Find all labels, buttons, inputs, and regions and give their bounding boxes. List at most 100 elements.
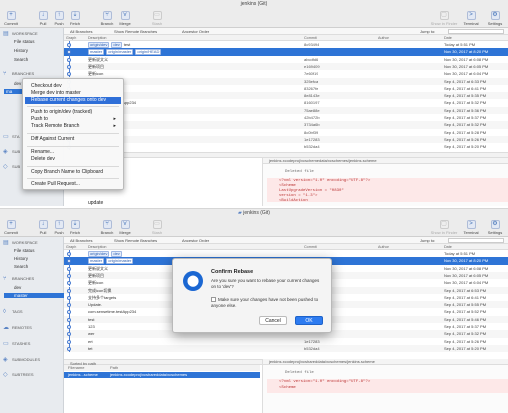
branch-tag[interactable]: origin/master: [106, 49, 134, 56]
menu-rebase-onto-dev[interactable]: Rebase current changes onto dev: [25, 97, 121, 104]
sidebar-item-dev[interactable]: dev: [14, 81, 21, 86]
col-author[interactable]: Author: [378, 245, 389, 249]
branches-header[interactable]: ⑂ BRANCHES: [3, 71, 34, 77]
file-row[interactable]: jenkins...scheme jenkins.xcodeproj/xcsha…: [64, 372, 260, 378]
sidebar-item-file-status[interactable]: File status: [14, 248, 35, 253]
sidebar-item-master-selected[interactable]: ma: [4, 89, 22, 94]
remote-branches-toggle[interactable]: Show Remote Branches: [114, 238, 157, 243]
fetch-button[interactable]: ⇣ Fetch: [66, 11, 84, 26]
branches-filter[interactable]: All Branches: [70, 29, 92, 34]
remotes-header[interactable]: ☁ REMOTES: [3, 325, 32, 331]
branch-tag[interactable]: master: [88, 258, 105, 265]
menu-checkout-dev[interactable]: Checkout dev: [31, 83, 119, 90]
commit-row[interactable]: 75ae88e Sep 4, 2017 at 5:36 PM: [64, 106, 508, 114]
cancel-button[interactable]: Cancel: [259, 316, 287, 325]
commit-button[interactable]: + Commit: [2, 220, 20, 235]
menu-rename[interactable]: Rename...: [31, 149, 119, 156]
ok-button[interactable]: OK: [295, 316, 323, 325]
commit-row[interactable]: 更新icon 7e60f19 Nov 30, 2017 at 6:04 PM: [64, 70, 508, 78]
commit-row[interactable]: 83267fe Sep 4, 2017 at 6:41 PM: [64, 84, 508, 93]
col-date[interactable]: Date: [444, 36, 452, 40]
commit-row[interactable]: 8e8143e Sep 4, 2017 at 5:35 PM: [64, 92, 508, 100]
stashes-header[interactable]: ▭ STASHES: [3, 341, 30, 347]
col-graph[interactable]: Graph: [66, 36, 76, 40]
branch-tag[interactable]: dev: [111, 42, 122, 48]
fetch-button[interactable]: ⇣ Fetch: [66, 220, 84, 235]
sidebar-item-history[interactable]: History: [14, 48, 28, 53]
terminal-button[interactable]: > Terminal: [460, 11, 482, 26]
branch-tag[interactable]: origin/master: [106, 258, 134, 265]
branch-button[interactable]: ⑂ Branch: [98, 220, 116, 235]
sidebar-item-dev[interactable]: dev: [14, 285, 21, 290]
order-select[interactable]: Ancestor Order: [182, 29, 209, 34]
branches-filter[interactable]: All Branches: [70, 238, 92, 243]
submodules-header[interactable]: ◈ SUBMODULES: [3, 357, 40, 363]
col-path[interactable]: Path: [110, 365, 118, 371]
stashes-header[interactable]: ▭ STA: [3, 134, 19, 140]
stash-button[interactable]: ▭ Stash: [148, 11, 166, 26]
menu-copy-branch-name[interactable]: Copy Branch Name to Clipboard: [31, 169, 119, 176]
branch-tag[interactable]: origin/HEAD: [135, 49, 162, 56]
sidebar-item-file-status[interactable]: File status: [14, 39, 35, 44]
settings-button[interactable]: ⚙ Settings: [484, 220, 506, 235]
diff-line: <?xml version="1.0" encoding="UTF-8"?>: [279, 179, 371, 183]
sidebar-item-search[interactable]: Search: [14, 264, 28, 269]
submodules-header[interactable]: ◈ SUB: [3, 149, 20, 155]
commit-row[interactable]: com.senselime.testApp2348160197Sep 4, 20…: [64, 99, 508, 107]
jump-to-input[interactable]: [448, 238, 504, 243]
merge-button[interactable]: ⋎ Merge: [116, 11, 134, 26]
branch-tag[interactable]: dev: [111, 251, 122, 257]
menu-delete-dev[interactable]: Delete dev: [31, 156, 119, 163]
col-date[interactable]: Date: [444, 245, 452, 249]
sidebar-item-master[interactable]: master: [4, 293, 64, 298]
menu-diff-against-current[interactable]: Diff Against Current: [31, 136, 119, 143]
col-commit[interactable]: Commit: [304, 36, 317, 40]
merge-button[interactable]: ⋎ Merge: [116, 220, 134, 235]
commit-row[interactable]: 3734a6b Sep 4, 2017 at 5:32 PM: [64, 121, 508, 129]
commit-date: Sep 4, 2017 at 6:53 PM: [444, 287, 487, 293]
branch-tag[interactable]: origin/dev: [88, 42, 110, 48]
menu-push-to[interactable]: Push to ▸: [31, 116, 119, 123]
menu-create-pull-request[interactable]: Create Pull Request...: [31, 181, 119, 188]
tags-header[interactable]: ◊ TAGS: [3, 309, 23, 315]
jump-to-input[interactable]: [448, 29, 504, 34]
subtrees-header[interactable]: ◇ SUB: [3, 164, 20, 170]
subtrees-header[interactable]: ◇ SUBTREES: [3, 372, 34, 378]
commit-row[interactable]: 42b472b Sep 4, 2017 at 5:37 PM: [64, 114, 508, 122]
commit-row[interactable]: 1e17283 Sep 4, 2017 at 5:26 PM: [64, 135, 508, 144]
menu-push-origin-dev[interactable]: Push to origin/dev (tracked): [31, 109, 119, 116]
sidebar-item-search[interactable]: Search: [14, 57, 28, 62]
col-author[interactable]: Author: [378, 36, 389, 40]
commit-row[interactable]: 8c0bf39 Sep 4, 2017 at 5:28 PM: [64, 128, 508, 136]
commit-row[interactable]: origin/dev dev test 8c93494 Today at 5:51 PM: [64, 41, 508, 49]
checkbox[interactable]: [211, 297, 216, 302]
terminal-button[interactable]: > Terminal: [460, 220, 482, 235]
remote-branches-toggle[interactable]: Show Remote Branches: [114, 29, 157, 34]
col-filename[interactable]: Filename: [68, 365, 84, 371]
commit-row[interactable]: tet b532da4 Sep 4, 2017 at 5:20 PM: [64, 344, 508, 353]
commit-row[interactable]: master origin/master origin/HEAD Nov 30, 20…: [64, 48, 508, 56]
col-commit[interactable]: Commit: [304, 245, 317, 249]
menu-merge-dev[interactable]: Merge dev into master: [31, 90, 119, 97]
branch-button[interactable]: ⑂ Branch: [98, 11, 116, 26]
col-description[interactable]: Description: [88, 245, 106, 249]
show-in-finder-button[interactable]: ▢ Show in Finder: [430, 220, 458, 235]
commit-row[interactable]: ert 1e17283 Sep 4, 2017 at 5:26 PM: [64, 337, 508, 345]
commit-row[interactable]: origin/dev dev Today at 5:51 PM: [64, 250, 508, 258]
commit-row[interactable]: b532da4 Sep 4, 2017 at 5:20 PM: [64, 143, 508, 151]
show-in-finder-button[interactable]: ▢ Show in Finder: [430, 11, 458, 26]
menu-track-remote[interactable]: Track Remote Branch ▸: [31, 123, 119, 130]
branch-tag[interactable]: master: [88, 49, 105, 56]
commit-button[interactable]: + Commit: [2, 11, 20, 26]
sidebar-item-history[interactable]: History: [14, 256, 28, 261]
settings-button[interactable]: ⚙ Settings: [484, 11, 506, 26]
commit-row[interactable]: 更新项目 e169409 Nov 30, 2017 at 6:05 PM: [64, 62, 508, 71]
commit-row[interactable]: 更新说文义 abcdfd6 Nov 30, 2017 at 6:08 PM: [64, 55, 508, 63]
col-graph[interactable]: Graph: [66, 245, 76, 249]
stash-button[interactable]: ▭ Stash: [148, 220, 166, 235]
col-description[interactable]: Description: [88, 36, 106, 40]
branches-header[interactable]: ⑂ BRANCHES: [3, 276, 34, 282]
branch-tag[interactable]: origin/dev: [88, 251, 110, 257]
commit-row[interactable]: 325efca Sep 4, 2017 at 6:33 PM: [64, 77, 508, 85]
order-select[interactable]: Ancestor Order: [182, 238, 209, 243]
